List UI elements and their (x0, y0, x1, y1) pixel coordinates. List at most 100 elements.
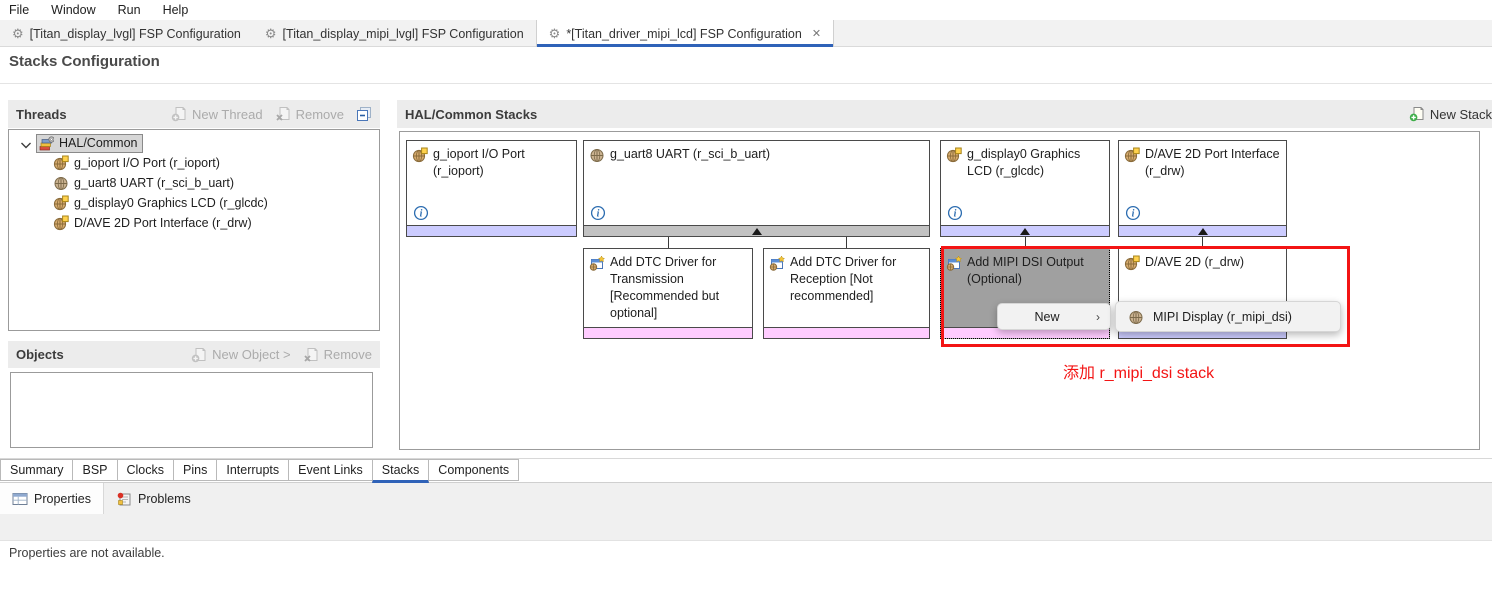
card-footer (407, 225, 576, 236)
expand-triangle-icon (1020, 228, 1030, 235)
tab-pins[interactable]: Pins (173, 459, 217, 481)
remove-icon (303, 347, 319, 363)
objects-title: Objects (8, 347, 64, 362)
tab-label: *[Titan_driver_mipi_lcd] FSP Configurati… (566, 27, 802, 41)
objects-list[interactable] (10, 372, 373, 448)
collapse-panel-button[interactable] (356, 106, 372, 122)
menu-run[interactable]: Run (107, 3, 152, 17)
tab-clocks[interactable]: Clocks (117, 459, 175, 481)
new-stack-button[interactable]: New Stack (1409, 106, 1492, 122)
gear-icon: ⚙ (549, 27, 561, 40)
stack-connector (846, 237, 847, 248)
stacks-panel-header: HAL/Common Stacks New Stack (397, 100, 1492, 128)
menu-bar: File Window Run Help (0, 0, 1492, 20)
card-footer (764, 327, 929, 338)
tab-label: [Titan_display_lvgl] FSP Configuration (30, 27, 241, 41)
tree-item-dave-2d-port[interactable]: D/AVE 2D Port Interface (r_drw) (53, 213, 379, 233)
remove-icon (275, 106, 291, 122)
card-footer (584, 327, 752, 338)
module-icon (1128, 309, 1144, 325)
add-driver-icon (589, 255, 605, 271)
editor-tab-bar: ⚙ [Titan_display_lvgl] FSP Configuration… (0, 20, 1492, 47)
tab-summary[interactable]: Summary (0, 459, 73, 481)
configuration-tab-bar: Summary BSP Clocks Pins Interrupts Event… (0, 458, 1492, 482)
module-icon (53, 195, 69, 211)
module-icon (412, 147, 428, 163)
title-separator (0, 83, 1492, 84)
new-stack-icon (1409, 106, 1425, 122)
info-icon[interactable] (947, 205, 963, 221)
threads-title: Threads (8, 107, 67, 122)
context-menu-new[interactable]: New › (997, 303, 1111, 330)
stacks-title: HAL/Common Stacks (397, 107, 537, 122)
tree-root-row[interactable]: HAL/Common (9, 133, 379, 153)
info-icon[interactable] (590, 205, 606, 221)
annotation-text: 添加 r_mipi_dsi stack (1063, 359, 1214, 383)
card-footer (584, 225, 929, 236)
module-icon (589, 147, 605, 163)
tab-interrupts[interactable]: Interrupts (216, 459, 289, 481)
stack-connector (1025, 237, 1026, 248)
tree-item-g-ioport[interactable]: g_ioport I/O Port (r_ioport) (53, 153, 379, 173)
threads-panel-header: Threads New Thread Remove (8, 100, 380, 128)
module-icon (53, 215, 69, 231)
expand-triangle-icon (1198, 228, 1208, 235)
tree-item-g-display0[interactable]: g_display0 Graphics LCD (r_glcdc) (53, 193, 379, 213)
gear-icon: ⚙ (12, 27, 24, 40)
menu-window[interactable]: Window (40, 3, 106, 17)
add-driver-icon (769, 255, 785, 271)
card-footer (1119, 225, 1286, 236)
gear-icon: ⚙ (265, 27, 277, 40)
tab-components[interactable]: Components (428, 459, 519, 481)
stack-card-add-dtc-rx[interactable]: Add DTC Driver for Reception [Not recomm… (763, 248, 930, 339)
collapse-icon (356, 106, 372, 122)
stack-card-dave-2d-port[interactable]: D/AVE 2D Port Interface (r_drw) (1118, 140, 1287, 237)
tree-item-g-uart8[interactable]: g_uart8 UART (r_sci_b_uart) (53, 173, 379, 193)
new-object-icon (191, 347, 207, 363)
new-object-button[interactable]: New Object > (191, 347, 290, 363)
tab-event-links[interactable]: Event Links (288, 459, 373, 481)
menu-file[interactable]: File (0, 3, 40, 17)
new-thread-button[interactable]: New Thread (171, 106, 263, 122)
tab-titan-driver-mipi-lcd[interactable]: ⚙ *[Titan_driver_mipi_lcd] FSP Configura… (536, 20, 834, 47)
properties-status-text: Properties are not available. (9, 546, 165, 560)
page-title: Stacks Configuration (9, 53, 160, 70)
tab-titan-display-mipi-lvgl[interactable]: ⚙ [Titan_display_mipi_lvgl] FSP Configur… (253, 20, 536, 47)
stack-card-g-ioport[interactable]: g_ioport I/O Port (r_ioport) (406, 140, 577, 237)
stack-card-g-uart8[interactable]: g_uart8 UART (r_sci_b_uart) (583, 140, 930, 237)
view-tab-problems[interactable]: Problems (104, 483, 203, 514)
menu-help[interactable]: Help (152, 3, 200, 17)
module-icon (53, 175, 69, 191)
view-tab-properties[interactable]: Properties (0, 483, 104, 514)
module-icon (946, 147, 962, 163)
chevron-down-icon[interactable] (17, 137, 31, 150)
views-tab-bar: Properties Problems (0, 482, 1492, 514)
problems-icon (116, 491, 132, 507)
tree-root-hal-common[interactable]: HAL/Common (36, 134, 143, 153)
threads-tree: HAL/Common g_ioport I/O Port (r_ioport) … (8, 129, 380, 331)
stack-card-g-display0[interactable]: g_display0 Graphics LCD (r_glcdc) (940, 140, 1110, 237)
properties-icon (12, 491, 28, 507)
remove-object-button[interactable]: Remove (303, 347, 372, 363)
info-icon[interactable] (413, 205, 429, 221)
tab-bsp[interactable]: BSP (72, 459, 117, 481)
stack-connector (668, 237, 669, 248)
objects-panel-header: Objects New Object > Remove (8, 341, 380, 368)
context-submenu-mipi-display[interactable]: MIPI Display (r_mipi_dsi) (1115, 301, 1341, 332)
tab-titan-display-lvgl[interactable]: ⚙ [Titan_display_lvgl] FSP Configuration (0, 20, 253, 47)
tab-stacks[interactable]: Stacks (372, 459, 430, 483)
close-icon[interactable]: ✕ (812, 27, 821, 40)
module-icon (1124, 255, 1140, 271)
new-thread-icon (171, 106, 187, 122)
remove-thread-button[interactable]: Remove (275, 106, 344, 122)
card-footer (941, 225, 1109, 236)
tab-label: [Titan_display_mipi_lvgl] FSP Configurat… (283, 27, 524, 41)
fsp-configuration-window: File Window Run Help ⚙ [Titan_display_lv… (0, 0, 1492, 603)
info-icon[interactable] (1125, 205, 1141, 221)
stack-card-add-dtc-tx[interactable]: Add DTC Driver for Transmission [Recomme… (583, 248, 753, 339)
module-icon (1124, 147, 1140, 163)
submenu-arrow-icon: › (1096, 310, 1100, 324)
add-driver-icon (946, 255, 962, 271)
hal-stack-icon (39, 136, 54, 151)
expand-triangle-icon (752, 228, 762, 235)
